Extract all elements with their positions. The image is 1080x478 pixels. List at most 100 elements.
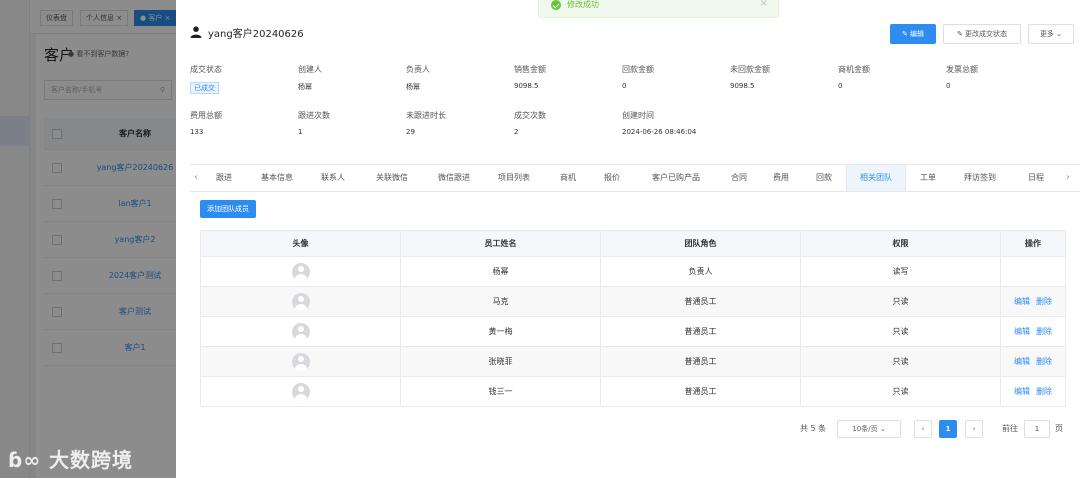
info-label: 成交状态 [190,65,222,74]
team-role: 普通员工 [600,316,801,347]
status-badge: 已成交 [190,82,219,94]
team-table: 头像 员工姓名 团队角色 权限 操作 杨幂 负责人 读写 马克 普通员工 只读 … [200,230,1066,407]
tab-payment[interactable]: 回款 [804,165,844,191]
permission: 读写 [800,256,1001,287]
add-team-member-button[interactable]: 添加团队成员 [200,200,256,218]
info-expense-total: 费用总额 133 [190,110,298,136]
edit-button[interactable]: ✎ 编辑 [890,24,936,44]
more-button[interactable]: 更多 ⌄ [1028,24,1074,44]
detail-tabs: ‹ 跟进 基本信息 联系人 关联微信 微信跟进 项目列表 商机 报价 客户已购产… [190,164,1080,192]
info-opportunity-amount: 商机金额 0 [838,64,946,90]
customer-detail-drawer: 修改成功 × yang客户20240626 ✎ 编辑 ✎ 更改成交状态 更多 ⌄… [176,0,1080,478]
delete-link[interactable]: 删除 [1036,357,1052,366]
team-role: 普通员工 [600,346,801,377]
team-role: 普通员工 [600,286,801,317]
info-value: 杨幂 [298,83,312,91]
tab-followup[interactable]: 跟进 [202,165,246,191]
info-value: 0 [838,82,843,90]
info-label: 创建时间 [622,111,654,120]
info-value: 2 [514,128,519,136]
avatar [291,382,310,401]
tab-basic-info[interactable]: 基本信息 [248,165,306,191]
info-label: 销售金额 [514,65,546,74]
info-value: 9098.5 [514,82,539,90]
prev-page-button[interactable]: ‹ [914,420,932,438]
info-label: 费用总额 [190,111,222,120]
page-size-select[interactable]: 10条/页 ⌄ [837,420,901,438]
edit-button-label: 编辑 [910,30,925,38]
avatar [291,292,310,311]
tab-visit-checkin[interactable]: 拜访签到 [950,165,1010,191]
permission: 只读 [800,346,1001,377]
tab-opportunity[interactable]: 商机 [548,165,588,191]
change-status-button[interactable]: ✎ 更改成交状态 [943,24,1021,44]
edit-link[interactable]: 编辑 [1014,357,1030,366]
pagination-total: 共 5 条 [800,424,827,433]
toast-message: 修改成功 [567,0,599,9]
tab-linked-wechat[interactable]: 关联微信 [362,165,422,191]
info-label: 商机金额 [838,65,870,74]
goto-page-input[interactable]: 1 [1024,420,1050,438]
info-no-followup-duration: 未跟进时长 29 [406,110,514,136]
employee-name: 钱三一 [400,376,601,407]
tab-contacts[interactable]: 联系人 [308,165,358,191]
edit-link[interactable]: 编辑 [1014,297,1030,306]
chevron-left-icon[interactable]: ‹ [190,165,202,191]
info-value: 0 [946,82,951,90]
info-invoice-total: 发票总额 0 [946,64,1054,90]
employee-name: 杨幂 [400,256,601,287]
actions-cell: 编辑 删除 [1000,346,1066,377]
tab-expense[interactable]: 费用 [762,165,800,191]
avatar-cell [200,316,401,347]
actions-cell: 编辑 删除 [1000,376,1066,407]
delete-link[interactable]: 删除 [1036,327,1052,336]
tab-work-order[interactable]: 工单 [908,165,948,191]
edit-link[interactable]: 编辑 [1014,387,1030,396]
info-label: 负责人 [406,65,430,74]
info-value: 29 [406,128,415,136]
info-value: 2024-06-26 08:46:04 [622,128,697,136]
delete-link[interactable]: 删除 [1036,387,1052,396]
info-sales-amount: 销售金额 9098.5 [514,64,622,90]
avatar [291,352,310,371]
tab-wechat-followup[interactable]: 微信跟进 [426,165,482,191]
avatar-cell [200,376,401,407]
column-header-avatar: 头像 [200,230,401,257]
info-deal-count: 成交次数 2 [514,110,622,136]
column-header-actions: 操作 [1000,230,1066,257]
table-row: 黄一梅 普通员工 只读 编辑 删除 [200,316,1066,347]
actions-cell: 编辑 删除 [1000,286,1066,317]
tab-contract[interactable]: 合同 [720,165,758,191]
close-icon[interactable]: × [760,0,768,9]
tab-related-team[interactable]: 相关团队 [846,165,906,191]
info-value: 133 [190,128,204,136]
info-label: 回款金额 [622,65,654,74]
info-owner: 负责人 杨幂 [406,64,514,92]
tab-schedule[interactable]: 日程 [1014,165,1058,191]
info-value: 0 [622,82,627,90]
tab-purchased-products[interactable]: 客户已购产品 [636,165,716,191]
info-label: 未回款金额 [730,65,770,74]
info-deal-status: 成交状态 已成交 [190,64,298,94]
watermark-text: 大数跨境 [48,448,133,472]
page-size-value: 10条/页 [852,425,878,433]
info-followup-count: 跟进次数 1 [298,110,406,136]
edit-link[interactable]: 编辑 [1014,327,1030,336]
check-circle-icon [551,0,561,10]
avatar [291,262,310,281]
tab-project-list[interactable]: 项目列表 [484,165,544,191]
avatar-cell [200,286,401,317]
more-button-label: 更多 [1039,30,1054,38]
permission: 只读 [800,316,1001,347]
info-created-time: 创建时间 2024-06-26 08:46:04 [622,110,762,136]
page-number-1[interactable]: 1 [939,420,957,438]
delete-link[interactable]: 删除 [1036,297,1052,306]
tab-quote[interactable]: 报价 [592,165,632,191]
chevron-right-icon[interactable]: › [1062,165,1074,191]
info-value: 1 [298,128,303,136]
table-row: 马克 普通员工 只读 编辑 删除 [200,286,1066,317]
info-value: 杨幂 [406,83,420,91]
next-page-button[interactable]: › [965,420,983,438]
info-unpaid-amount: 未回款金额 9098.5 [730,64,838,90]
avatar-cell [200,256,401,287]
